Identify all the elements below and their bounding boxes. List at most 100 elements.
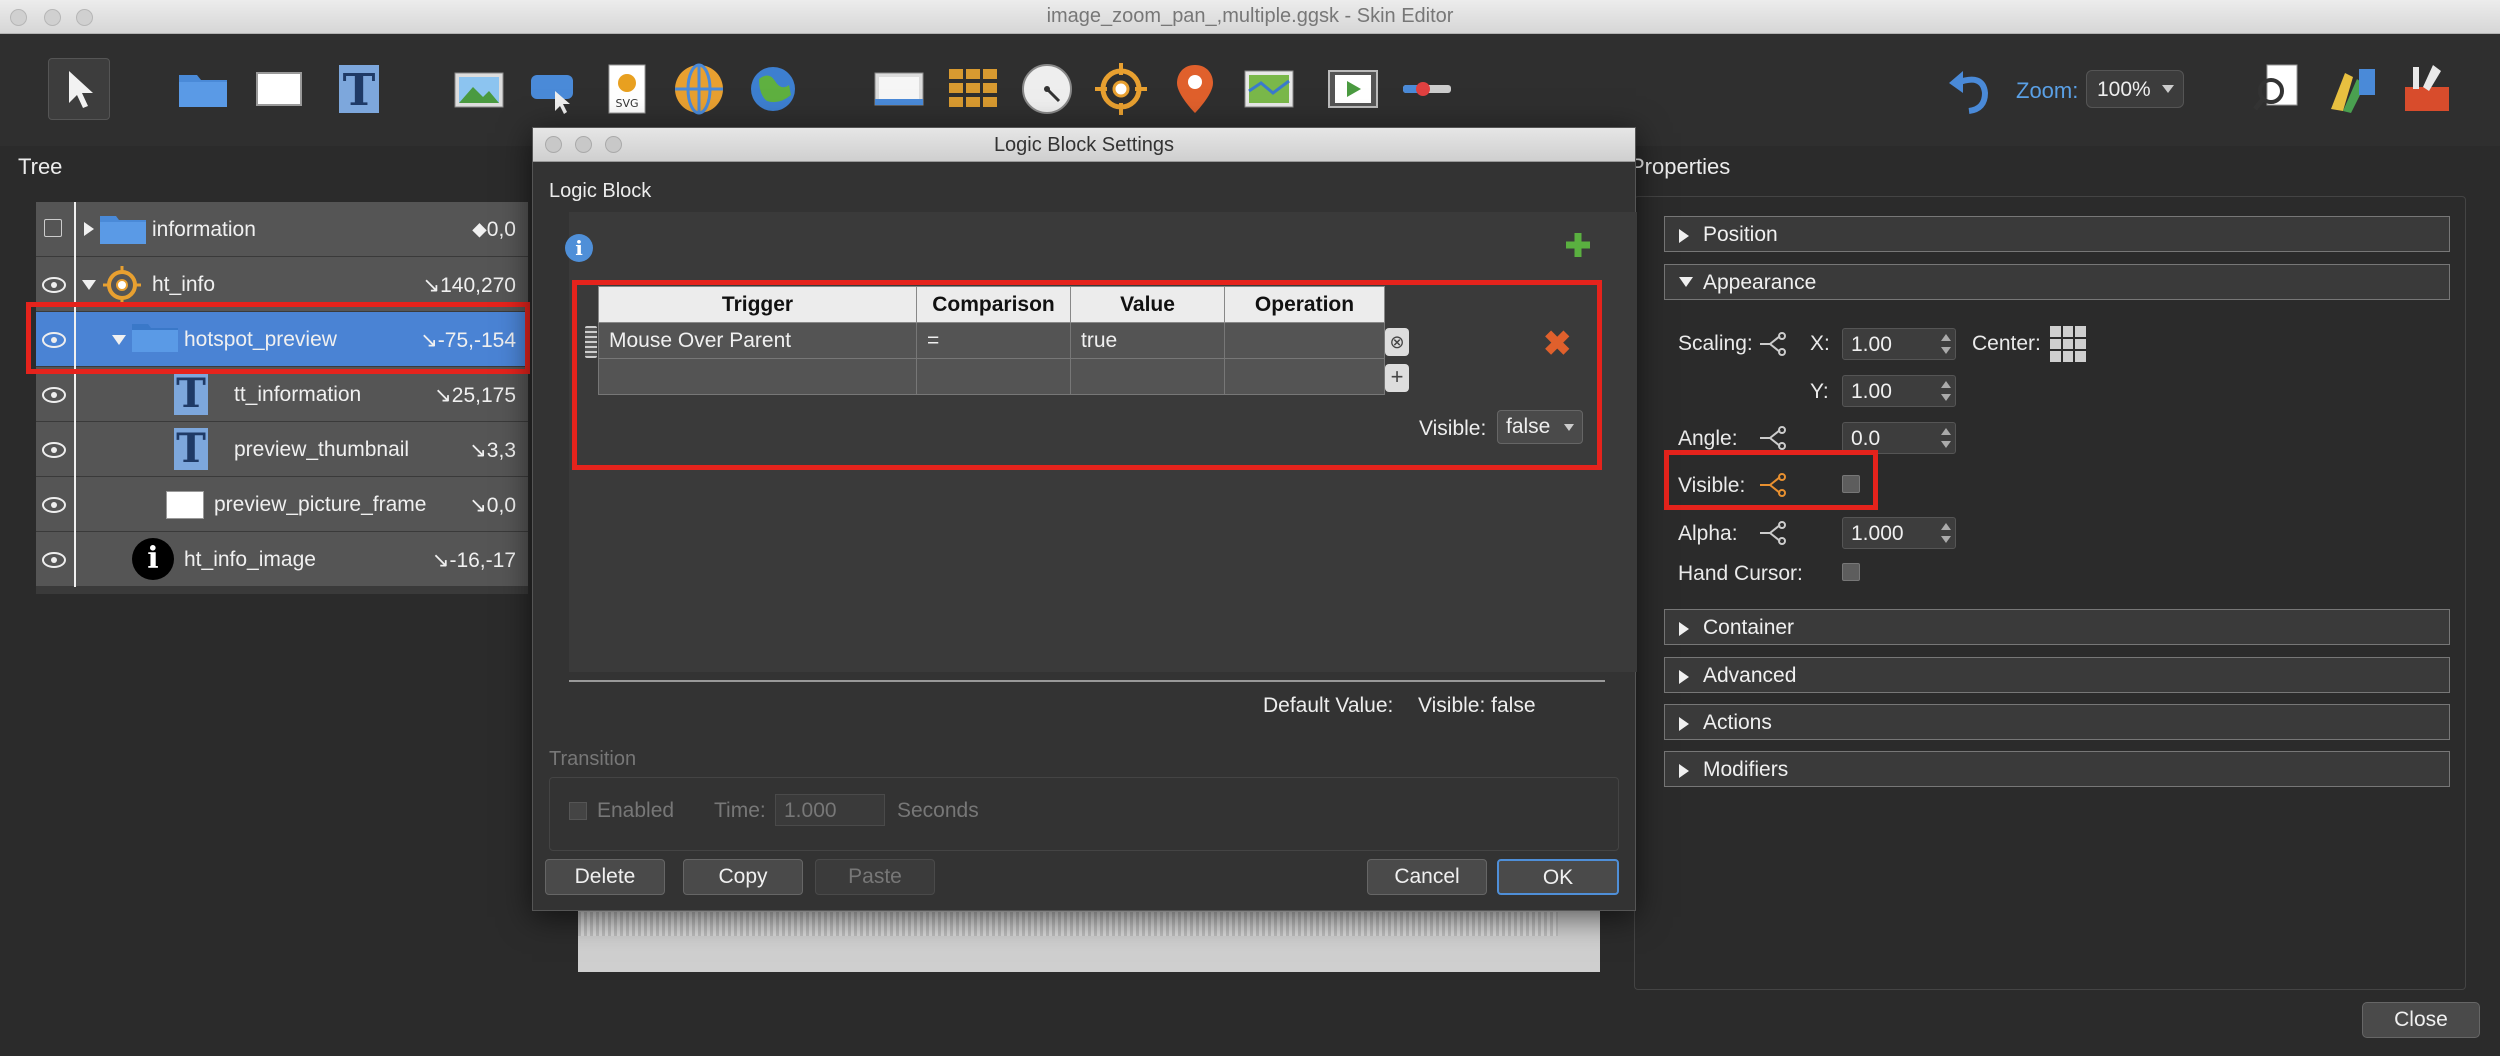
tree-row-coordinates: ↘0,0	[469, 494, 516, 517]
section-label: Position	[1703, 223, 1778, 246]
properties-panel-title: Properties	[1630, 154, 1731, 179]
seconds-label: Seconds	[897, 799, 979, 822]
grid-icon[interactable]	[942, 58, 1004, 120]
section-actions[interactable]: Actions	[1664, 704, 2450, 740]
properties-panel	[1634, 196, 2466, 990]
map-icon[interactable]	[1238, 58, 1300, 120]
tree-divider	[74, 202, 76, 257]
scale-y-input[interactable]: 1.00	[1842, 375, 1956, 407]
tools-icon[interactable]	[2396, 58, 2458, 120]
crosshair-icon[interactable]	[1090, 58, 1152, 120]
svg-icon[interactable]: SVG	[596, 58, 658, 120]
paste-button[interactable]: Paste	[815, 859, 935, 895]
image-icon[interactable]	[448, 58, 510, 120]
section-advanced[interactable]: Advanced	[1664, 657, 2450, 693]
link-icon[interactable]	[1758, 426, 1786, 450]
copy-button[interactable]: Copy	[683, 859, 803, 895]
tree-divider	[74, 532, 76, 587]
eye-icon[interactable]	[40, 546, 68, 574]
visibility-checkbox[interactable]	[44, 219, 62, 237]
tree-row-label: ht_info_image	[184, 548, 316, 571]
text-icon: T	[174, 428, 208, 470]
section-container[interactable]: Container	[1664, 609, 2450, 645]
expand-arrow-icon	[1679, 622, 1689, 636]
info-icon: i	[132, 538, 174, 580]
zoom-select[interactable]: 100%	[2086, 70, 2184, 108]
folder-icon[interactable]	[172, 58, 234, 120]
slider-icon[interactable]	[1396, 58, 1458, 120]
dialog-zoom-dot[interactable]	[605, 136, 622, 153]
eye-icon[interactable]	[40, 436, 68, 464]
enabled-checkbox[interactable]	[569, 802, 587, 820]
zoom-label: Zoom:	[2016, 78, 2079, 103]
canvas-pattern	[578, 912, 1558, 936]
panorama-icon[interactable]	[668, 58, 730, 120]
tree-row-ht-info-image[interactable]: i ht_info_image ↘-16,-17	[36, 532, 528, 587]
window-title: image_zoom_pan_,multiple.ggsk - Skin Edi…	[1046, 5, 1454, 27]
undo-icon[interactable]	[1940, 58, 2002, 120]
highlight-box-tree-selection	[26, 302, 530, 374]
add-condition-icon[interactable]	[1563, 230, 1593, 260]
hand-cursor-checkbox[interactable]	[1842, 563, 1860, 581]
rectangle-icon[interactable]	[248, 58, 310, 120]
highlight-box-visible	[1664, 450, 1878, 510]
globe-icon[interactable]	[742, 58, 804, 120]
close-button[interactable]: Close	[2362, 1002, 2480, 1038]
dialog-minimize-dot[interactable]	[575, 136, 592, 153]
map-pin-icon[interactable]	[1164, 58, 1226, 120]
cancel-button[interactable]: Cancel	[1367, 859, 1487, 895]
scale-x-input[interactable]: 1.00	[1842, 328, 1956, 360]
dial-icon[interactable]	[1016, 58, 1078, 120]
folder-icon	[100, 216, 146, 244]
tree-row-coordinates: ↘25,175	[434, 384, 516, 407]
center-grid-icon[interactable]	[2050, 326, 2086, 362]
tree-row-label: preview_picture_frame	[214, 493, 427, 516]
section-modifiers[interactable]: Modifiers	[1664, 751, 2450, 787]
chevron-down-icon	[2162, 85, 2174, 93]
tree-row-coordinates: ↘140,270	[422, 274, 516, 297]
ok-button[interactable]: OK	[1497, 859, 1619, 895]
zoom-value: 100%	[2097, 78, 2151, 101]
eye-icon[interactable]	[40, 381, 68, 409]
expand-arrow-icon	[1679, 764, 1689, 778]
section-label: Advanced	[1703, 664, 1797, 687]
collapse-arrow-icon	[1679, 277, 1693, 287]
highlight-box-condition-table	[572, 280, 1602, 470]
transition-group	[549, 777, 1619, 851]
info-icon[interactable]: i	[565, 234, 593, 262]
tree-row-preview-picture-frame[interactable]: preview_picture_frame ↘0,0	[36, 477, 528, 532]
palette-icon[interactable]	[2322, 58, 2384, 120]
dialog-title-bar: Logic Block Settings	[533, 128, 1635, 162]
tree-view: information ⬥0,0 ht_info ↘140,270 hotspo…	[36, 202, 528, 594]
select-arrow-icon[interactable]	[48, 58, 110, 120]
time-input[interactable]: 1.000	[775, 794, 885, 826]
dialog-title: Logic Block Settings	[993, 134, 1175, 156]
eye-icon[interactable]	[40, 271, 68, 299]
link-icon[interactable]	[1758, 332, 1786, 356]
link-icon[interactable]	[1758, 521, 1786, 545]
scale-y-value: 1.00	[1851, 380, 1892, 403]
tree-row-preview-thumbnail[interactable]: T preview_thumbnail ↘3,3	[36, 422, 528, 477]
expand-arrow-icon[interactable]	[84, 222, 94, 236]
default-value-text: Visible: false	[1418, 694, 1536, 717]
angle-label: Angle:	[1678, 427, 1738, 450]
logic-block-label: Logic Block	[549, 180, 652, 202]
scale-x-value: 1.00	[1851, 333, 1892, 356]
section-appearance[interactable]: Appearance	[1664, 264, 2450, 300]
expand-arrow-icon	[1679, 670, 1689, 684]
delete-button[interactable]: Delete	[545, 859, 665, 895]
dialog-close-dot[interactable]	[545, 136, 562, 153]
video-icon[interactable]	[1322, 58, 1384, 120]
collapse-arrow-icon[interactable]	[82, 280, 96, 290]
cloud-icon[interactable]	[522, 58, 584, 120]
alpha-input[interactable]: 1.000	[1842, 517, 1956, 549]
tree-row-tt-information[interactable]: T tt_information ↘25,175	[36, 367, 528, 422]
window-title-bar: image_zoom_pan_,multiple.ggsk - Skin Edi…	[0, 0, 2500, 34]
eye-icon[interactable]	[40, 491, 68, 519]
search-icon[interactable]	[2248, 58, 2310, 120]
screen-icon[interactable]	[868, 58, 930, 120]
text-icon[interactable]: T	[328, 58, 390, 120]
section-position[interactable]: Position	[1664, 216, 2450, 252]
tree-row-label: tt_information	[234, 383, 362, 406]
tree-row-information[interactable]: information ⬥0,0	[36, 202, 528, 257]
